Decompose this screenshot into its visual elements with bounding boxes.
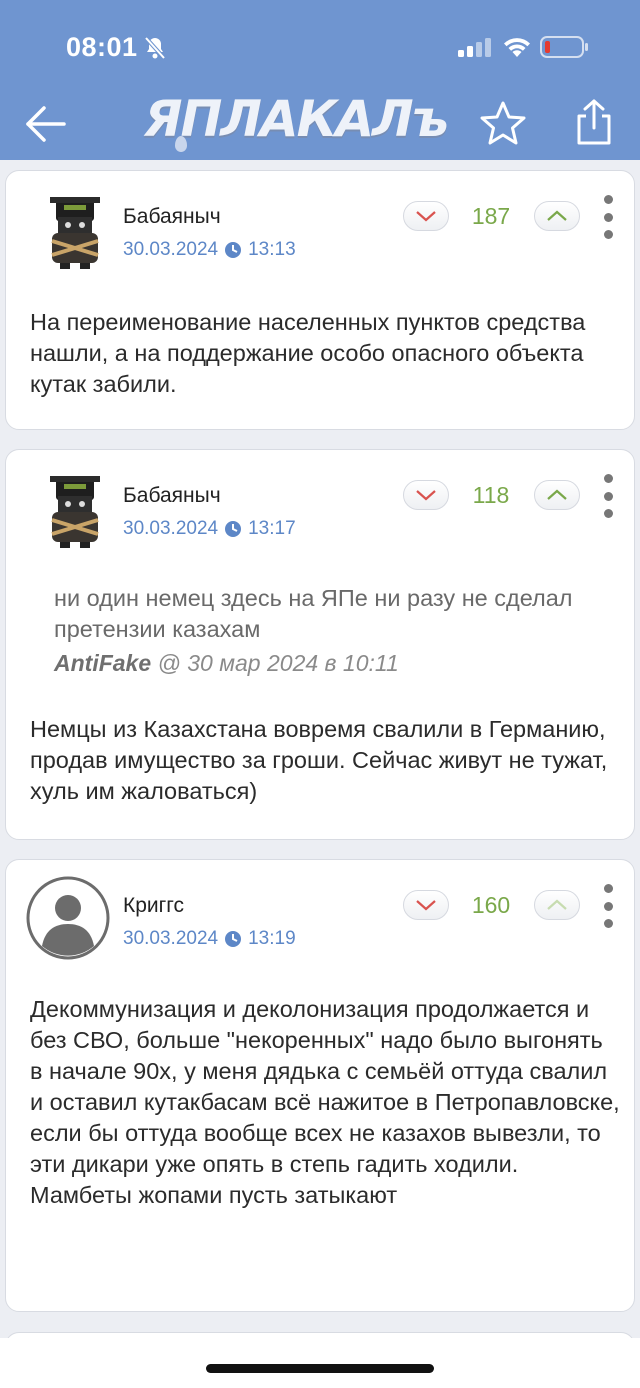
chevron-down-icon	[416, 900, 436, 911]
comment-date: 30.03.2024 13:19	[123, 928, 296, 950]
comment-score: 160	[471, 892, 511, 918]
site-logo[interactable]: ЯПЛАКАЛъ	[144, 90, 449, 148]
more-options-icon[interactable]	[598, 195, 618, 239]
upvote-button[interactable]	[534, 480, 580, 510]
share-icon[interactable]	[574, 98, 614, 146]
comment-time: 13:13	[248, 239, 296, 260]
quote-meta[interactable]: @ 30 мар 2024 в 10:11	[158, 650, 399, 676]
comment-date: 30.03.2024 13:13	[123, 239, 296, 261]
comment-card: Криггс 30.03.2024 13:19 160 Декоммунизац…	[5, 859, 635, 1312]
comment-card: Бабаяныч 30.03.2024 13:13 187 На переиме…	[5, 170, 635, 430]
comment-card: Бабаяныч 30.03.2024 13:17 118 ни один не…	[5, 449, 635, 840]
wifi-icon	[504, 38, 530, 57]
downvote-button[interactable]	[403, 890, 449, 920]
comment-score: 187	[471, 203, 511, 229]
chevron-up-icon	[547, 489, 567, 500]
clock-icon	[225, 931, 242, 947]
comment-time: 13:19	[248, 928, 296, 949]
avatar[interactable]	[26, 876, 110, 960]
more-options-icon[interactable]	[598, 474, 618, 518]
star-icon[interactable]	[480, 100, 526, 146]
bottom-safe-area	[0, 1338, 640, 1388]
avatar[interactable]	[40, 193, 110, 271]
battery-low-icon	[540, 36, 588, 58]
chevron-up-icon	[547, 210, 567, 221]
chevron-down-icon	[416, 490, 436, 501]
quoted-text: ни один немец здесь на ЯПе ни разу не сд…	[54, 585, 573, 642]
comment-score: 118	[472, 482, 510, 508]
home-indicator[interactable]	[206, 1364, 434, 1373]
chevron-up-icon	[547, 899, 567, 910]
app-header: 08:01 ЯПЛАКАЛъ	[0, 0, 640, 160]
comment-text: Декоммунизация и деколонизация продолжае…	[30, 996, 620, 1208]
comment-time: 13:17	[248, 518, 296, 539]
clock-icon	[225, 521, 242, 537]
comment-author[interactable]: Бабаяныч	[123, 205, 221, 229]
bell-slash-icon	[144, 36, 166, 60]
comment-date: 30.03.2024 13:17	[123, 518, 296, 540]
status-bar: 08:01	[0, 0, 640, 92]
downvote-button[interactable]	[403, 201, 449, 231]
logo-tear-drop	[175, 136, 187, 152]
comment-text: Немцы из Казахстана вовремя свалили в Ге…	[30, 716, 608, 804]
quote-author[interactable]: AntiFake	[54, 650, 151, 676]
comment-author[interactable]: Криггс	[123, 894, 184, 918]
cellular-signal-icon	[458, 38, 491, 57]
downvote-button[interactable]	[403, 480, 449, 510]
comment-date-value: 30.03.2024	[123, 239, 219, 260]
more-options-icon[interactable]	[598, 884, 618, 928]
upvote-button[interactable]	[534, 201, 580, 231]
chevron-down-icon	[416, 211, 436, 222]
comment-date-value: 30.03.2024	[123, 928, 219, 949]
comment-author[interactable]: Бабаяныч	[123, 484, 221, 508]
avatar[interactable]	[40, 472, 110, 550]
comment-date-value: 30.03.2024	[123, 518, 219, 539]
clock-icon	[225, 242, 242, 258]
back-arrow-icon[interactable]	[24, 102, 68, 146]
comment-text: На переименование населенных пунктов сре…	[30, 309, 586, 397]
quote-source: AntiFake @ 30 мар 2024 в 10:11	[54, 650, 614, 677]
upvote-button[interactable]	[534, 890, 580, 920]
status-time: 08:01	[66, 32, 138, 62]
